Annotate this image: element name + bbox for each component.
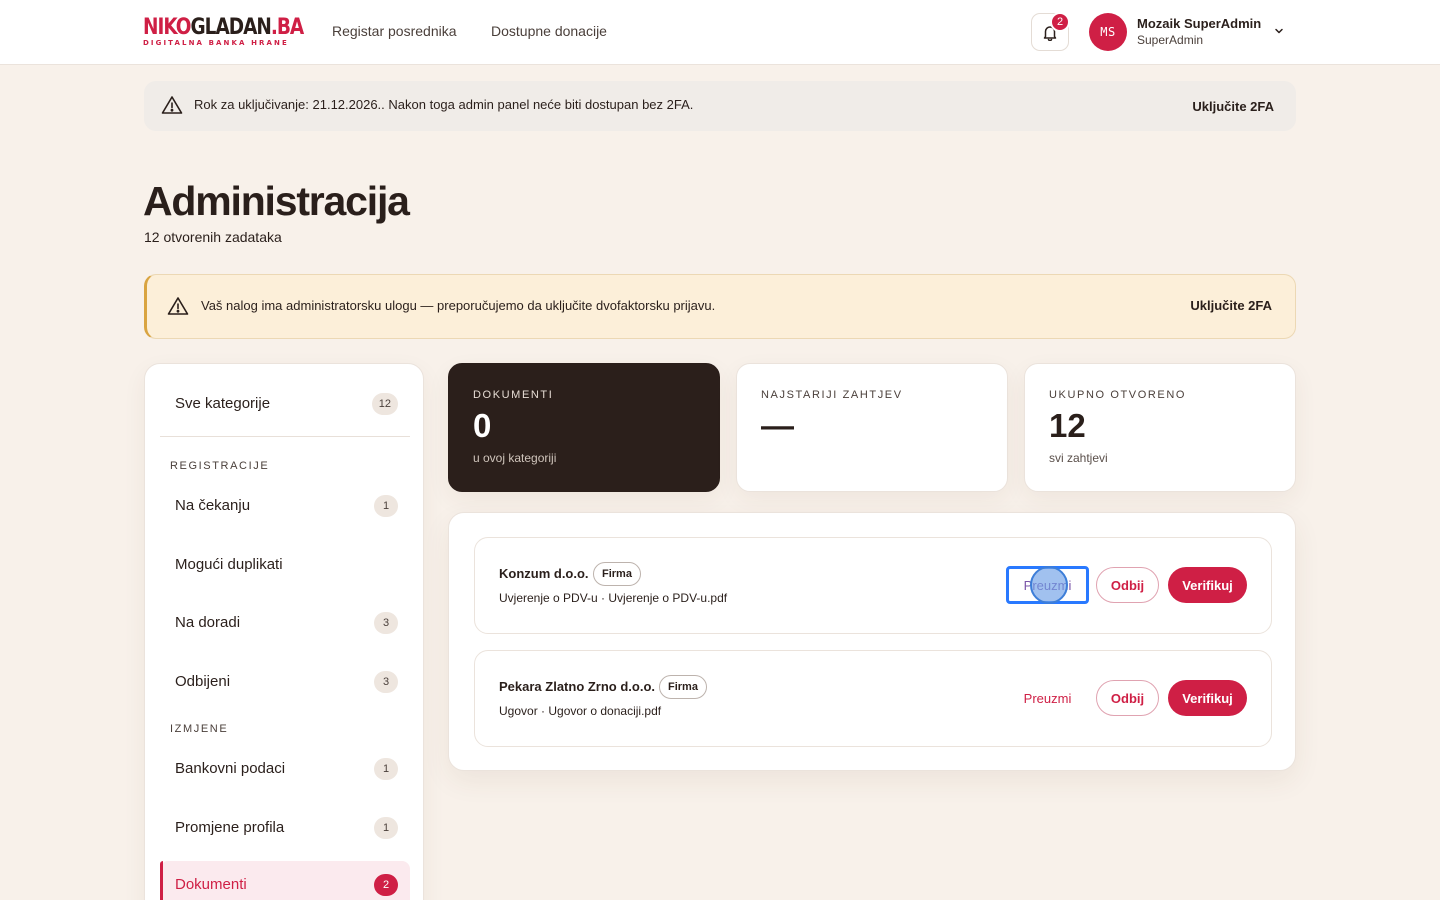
stat-value: 0 <box>473 407 492 444</box>
verify-button[interactable]: Verifikuj <box>1168 680 1247 716</box>
divider <box>160 436 410 437</box>
nav-dostupne-donacije[interactable]: Dostupne donacije <box>491 23 607 39</box>
stat-value: 12 <box>1049 407 1086 444</box>
document-description: Ugovor · Ugovor o donaciji.pdf <box>499 704 662 718</box>
stat-card-total-open: UKUPNO OTVORENO 12 svi zahtjevi <box>1024 363 1296 492</box>
warning-icon <box>161 96 183 114</box>
logo[interactable]: NIKOGLADAN.BA DIGITALNA BANKA HRANE <box>143 15 304 48</box>
chevron-down-icon <box>1275 28 1283 34</box>
notifications-count-badge: 2 <box>1050 12 1070 32</box>
stat-value: — <box>761 407 794 444</box>
user-role: SuperAdmin <box>1137 33 1204 47</box>
warning-icon <box>167 297 189 315</box>
stat-card-documents: DOKUMENTI 0 u ovoj kategoriji <box>448 363 720 492</box>
count-badge: 3 <box>374 612 398 634</box>
count-badge: 12 <box>371 393 398 415</box>
take-button[interactable]: Preuzmi <box>1006 566 1089 604</box>
stat-label: UKUPNO OTVORENO <box>1049 389 1187 401</box>
count-badge: 1 <box>374 817 398 839</box>
stat-card-oldest-request: NAJSTARIJI ZAHTJEV — <box>736 363 1008 492</box>
requests-panel: Konzum d.o.o. Firma Uvjerenje o PDV-u · … <box>448 512 1296 771</box>
sidebar-item-duplicates[interactable]: Mogući duplikati <box>160 541 410 591</box>
sidebar-item-all[interactable]: Sve kategorije 12 <box>160 380 410 430</box>
document-description: Uvjerenje o PDV-u · Uvjerenje o PDV-u.pd… <box>499 591 728 605</box>
stat-caption: u ovoj kategoriji <box>473 451 557 465</box>
section-heading-changes: IZMJENE <box>170 723 229 735</box>
sidebar-item-label: Na čekanju <box>175 497 251 514</box>
sidebar-item-profile-changes[interactable]: Promjene profila 1 <box>160 804 410 854</box>
admin-2fa-notice-text: Vaš nalog ima administratorsku ulogu — p… <box>201 298 716 313</box>
category-sidebar: Sve kategorije 12 REGISTRACIJE Na čekanj… <box>144 363 424 900</box>
org-type-tag: Firma <box>593 562 641 586</box>
stat-caption: svi zahtjevi <box>1049 451 1108 465</box>
user-menu[interactable]: MS Mozaik SuperAdmin SuperAdmin <box>1089 13 1289 51</box>
reject-button[interactable]: Odbij <box>1096 680 1159 716</box>
sidebar-item-pending[interactable]: Na čekanju 1 <box>160 482 410 532</box>
user-name: Mozaik SuperAdmin <box>1137 16 1262 31</box>
logo-tagline: DIGITALNA BANKA HRANE <box>143 39 289 47</box>
logo-part-2: GLADAN <box>190 15 272 40</box>
count-badge: 2 <box>374 874 398 896</box>
sidebar-item-rejected[interactable]: Odbijeni 3 <box>160 658 410 708</box>
sidebar-item-label: Promjene profila <box>175 819 285 836</box>
logo-part-3: .BA <box>270 15 304 40</box>
nav-registar-posrednika[interactable]: Registar posrednika <box>332 23 457 39</box>
sidebar-item-label: Bankovni podaci <box>175 760 286 777</box>
organization-name: Konzum d.o.o. <box>499 566 589 581</box>
avatar: MS <box>1089 13 1127 51</box>
stat-label: DOKUMENTI <box>473 389 554 401</box>
count-badge: 1 <box>374 495 398 517</box>
reject-button[interactable]: Odbij <box>1096 567 1159 603</box>
page-title: Administracija <box>143 178 410 224</box>
enable-2fa-link[interactable]: Uključite 2FA <box>1192 99 1274 114</box>
sidebar-item-label: Odbijeni <box>175 673 231 690</box>
count-badge: 1 <box>374 758 398 780</box>
sidebar-item-bank-details[interactable]: Bankovni podaci 1 <box>160 745 410 795</box>
sidebar-item-label: Dokumenti <box>175 876 247 893</box>
count-badge: 3 <box>374 671 398 693</box>
sidebar-item-label: Na doradi <box>175 614 241 631</box>
page-subtitle: 12 otvorenih zadataka <box>144 229 282 245</box>
sidebar-item-label: Mogući duplikati <box>175 556 283 573</box>
sidebar-item-label: Sve kategorije <box>175 395 271 412</box>
sidebar-item-rework[interactable]: Na doradi 3 <box>160 599 410 649</box>
organization-name: Pekara Zlatno Zrno d.o.o. <box>499 679 656 694</box>
top-bar: NIKOGLADAN.BA DIGITALNA BANKA HRANE Regi… <box>0 0 1440 65</box>
section-heading-registrations: REGISTRACIJE <box>170 460 270 472</box>
org-type-tag: Firma <box>659 675 707 699</box>
list-item: Konzum d.o.o. Firma Uvjerenje o PDV-u · … <box>474 537 1272 634</box>
stat-label: NAJSTARIJI ZAHTJEV <box>761 389 903 401</box>
enable-2fa-button[interactable]: Uključite 2FA <box>1190 298 1272 313</box>
logo-part-1: NIKO <box>143 15 192 40</box>
deadline-notice: Rok za uključivanje: 21.12.2026.. Nakon … <box>144 81 1296 131</box>
admin-2fa-notice: Vaš nalog ima administratorsku ulogu — p… <box>144 274 1296 339</box>
sidebar-item-documents[interactable]: Dokumenti 2 <box>160 861 410 900</box>
take-button[interactable]: Preuzmi <box>1006 679 1089 717</box>
deadline-notice-text: Rok za uključivanje: 21.12.2026.. Nakon … <box>194 97 694 112</box>
verify-button[interactable]: Verifikuj <box>1168 567 1247 603</box>
list-item: Pekara Zlatno Zrno d.o.o. Firma Ugovor ·… <box>474 650 1272 747</box>
